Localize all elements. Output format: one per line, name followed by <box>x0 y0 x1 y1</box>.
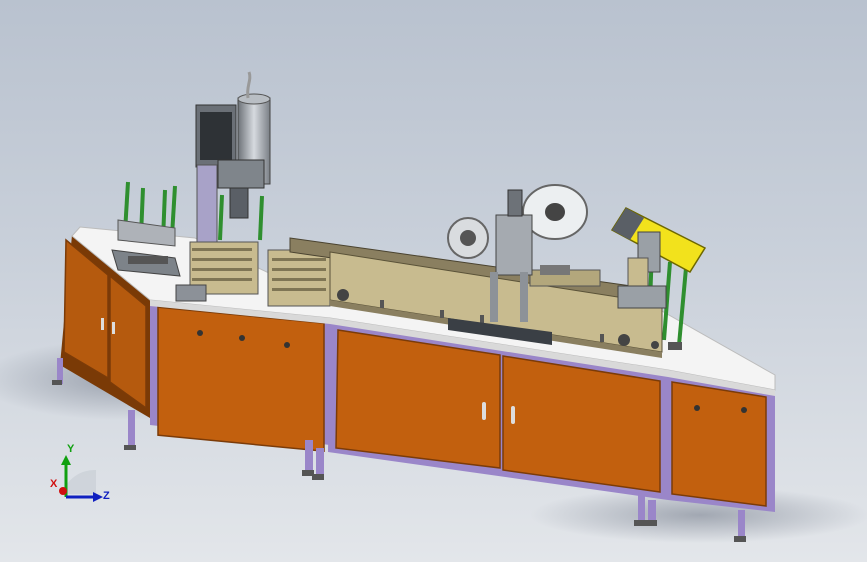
cad-3d-viewport[interactable] <box>0 0 867 562</box>
x-axis-arrow <box>59 487 67 495</box>
triad-label-z: Z <box>103 490 110 502</box>
triad-label-y: Y <box>67 443 75 455</box>
coordinate-triad <box>59 455 103 502</box>
triad-label-x: X <box>50 478 58 490</box>
vertical-press-unit[interactable] <box>195 71 271 246</box>
